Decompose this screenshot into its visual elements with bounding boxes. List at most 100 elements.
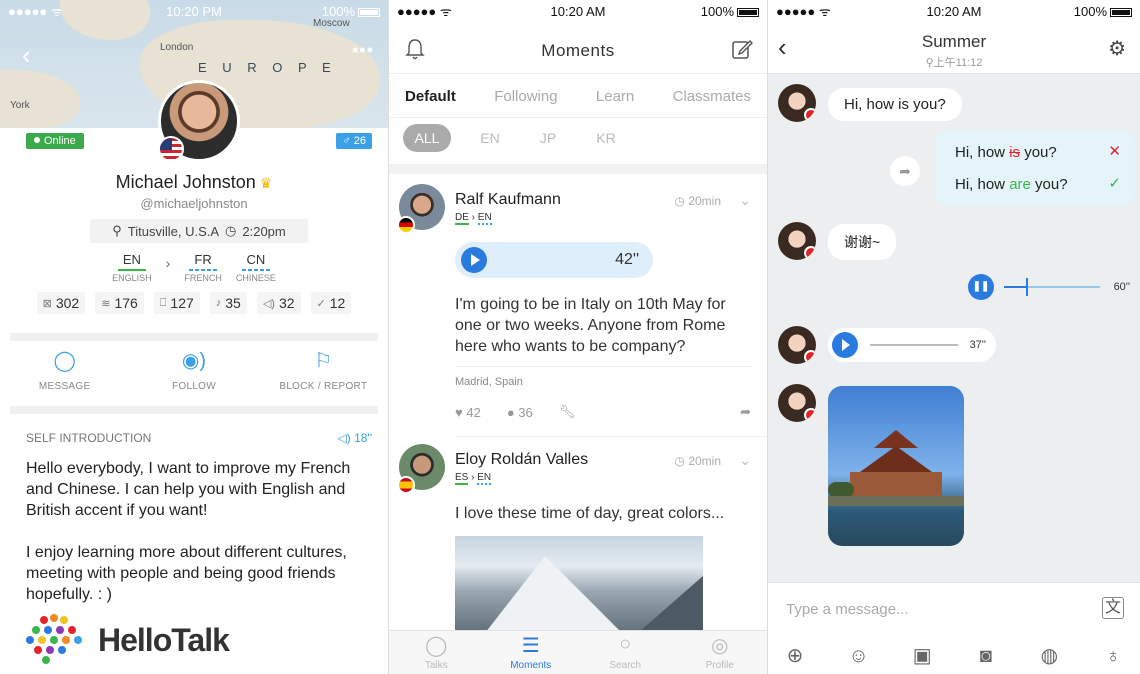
tab-talks[interactable]: ◯ Talks	[401, 633, 471, 673]
filter-kr[interactable]: KR	[577, 130, 635, 146]
post-time-text: 20min	[688, 454, 721, 468]
plus-icon[interactable]: ⊕	[782, 643, 808, 669]
camera-icon[interactable]: ◙	[973, 643, 999, 669]
palette-icon[interactable]: ◍	[1036, 643, 1062, 669]
native-language-name: ENGLISH	[112, 273, 152, 283]
follow-button[interactable]: ◉) FOLLOW	[134, 348, 254, 394]
post-author-name[interactable]: Ralf Kaufmann	[455, 191, 561, 209]
location-pin-icon: ⚲	[925, 57, 934, 69]
online-badge: Online	[26, 133, 84, 149]
voice-progress[interactable]	[1004, 278, 1100, 296]
tab-search[interactable]: ○ Search	[590, 633, 660, 673]
stat-value: 127	[170, 295, 194, 311]
tab-label: Search	[609, 659, 642, 671]
microphone-icon[interactable]: ♁	[1100, 643, 1126, 669]
share-arrow-icon[interactable]: ➦	[890, 156, 920, 186]
stat-voice-to-text[interactable]: ♪ 35	[209, 292, 247, 314]
post-divider	[455, 366, 751, 367]
chat-tools: ⊕ ☺ ▣ ◙ ◍ ♁	[782, 643, 1126, 669]
tab-label: Talks	[424, 659, 448, 671]
correction-wrong-word: is	[1009, 144, 1021, 161]
gear-icon[interactable]: ⚙	[1108, 36, 1126, 61]
profile-icon: ◎	[711, 634, 729, 657]
clock-icon: ◷	[674, 194, 689, 208]
stat-corrections[interactable]: ✓ 12	[310, 292, 352, 314]
post-actions: ♥ 42 ● 36 🔧︎ ➦	[455, 404, 751, 420]
stat-transliterations[interactable]: ≋ 176	[95, 292, 144, 314]
partner-avatar[interactable]	[778, 384, 816, 422]
tab-label: Profile	[705, 659, 734, 671]
incoming-message[interactable]: 谢谢~	[828, 224, 897, 260]
incoming-photo-pagoda[interactable]	[828, 386, 964, 546]
outgoing-voice-message[interactable]: ❚❚ 60''	[968, 270, 1130, 304]
voice-text-icon: ♪	[215, 297, 222, 309]
post-language-pair: DE › EN	[455, 212, 492, 225]
profile-handle: @michaeljohnston	[140, 196, 248, 211]
like-button[interactable]: ♥ 42	[455, 405, 481, 420]
more-options-icon[interactable]: •••	[352, 40, 374, 61]
block-report-button[interactable]: ⚐ BLOCK / REPORT	[263, 348, 383, 394]
self-intro-audio[interactable]: ◁) 18''	[338, 431, 373, 445]
chat-partner-local-time: ⚲上午11:12	[768, 54, 1140, 70]
comment-button[interactable]: ● 36	[507, 405, 533, 420]
incoming-message[interactable]: Hi, how is you?	[828, 88, 962, 121]
message-input-bar: Type a message... 文 ⊕ ☺ ▣ ◙ ◍ ♁	[768, 582, 1140, 674]
stat-audio[interactable]: ◁) 32	[256, 292, 301, 314]
voice-message[interactable]: 42''	[455, 242, 653, 278]
carrier-signal: ●●●●● ᯤ	[776, 4, 831, 19]
share-arrow-icon[interactable]: ➦	[740, 404, 751, 420]
partner-avatar[interactable]	[778, 222, 816, 260]
filter-en[interactable]: EN	[461, 130, 519, 146]
post-text: I love these time of day, great colors..…	[455, 505, 725, 522]
post-language-pair: ES › EN	[455, 472, 492, 485]
tab-profile[interactable]: ◎ Profile	[685, 633, 755, 673]
search-icon: ○	[619, 632, 632, 655]
tab-learn[interactable]: Learn	[596, 88, 634, 105]
wrench-icon[interactable]: 🔧︎	[559, 404, 576, 420]
play-icon[interactable]	[461, 247, 487, 273]
correction-bubble[interactable]: Hi, how is you? ✕ Hi, how are you? ✓	[935, 130, 1135, 206]
learning-language-code: CN	[246, 252, 266, 267]
back-arrow-icon[interactable]: ‹	[22, 40, 31, 71]
correction-icon: ✓	[316, 297, 326, 310]
germany-flag-icon	[397, 216, 415, 234]
check-icon: ✓	[1108, 175, 1121, 192]
emoji-icon[interactable]: ☺	[846, 643, 872, 669]
post-photo-mountains[interactable]	[455, 536, 703, 636]
bookmark-icon: ⎕	[159, 296, 167, 309]
translate-icon[interactable]: 文	[1102, 597, 1124, 619]
filter-jp[interactable]: JP	[519, 130, 577, 146]
chat-partner-name: Summer	[921, 32, 987, 51]
tab-classmates[interactable]: Classmates	[673, 88, 751, 105]
post-author-name[interactable]: Eloy Roldán Valles	[455, 451, 588, 469]
stat-translations[interactable]: ⊠ 302	[36, 292, 86, 314]
post-text: I'm going to be in Italy on 10th May for…	[455, 296, 726, 355]
tab-moments[interactable]: ☰ Moments	[496, 633, 566, 673]
gallery-icon[interactable]: ▣	[909, 643, 935, 669]
partner-avatar[interactable]	[778, 326, 816, 364]
pause-icon[interactable]: ❚❚	[968, 274, 994, 300]
message-input[interactable]: Type a message...	[786, 601, 909, 618]
partner-avatar[interactable]	[778, 84, 816, 122]
chat-bubble-icon: ◯	[53, 350, 76, 372]
profile-name-text: Michael Johnston	[115, 172, 256, 192]
filter-all[interactable]: ALL	[403, 124, 451, 152]
compose-icon[interactable]	[731, 38, 753, 60]
bell-icon[interactable]	[405, 38, 425, 60]
incoming-voice-message[interactable]: 37''	[828, 328, 996, 362]
play-icon[interactable]	[832, 332, 858, 358]
message-button[interactable]: ◯ MESSAGE	[5, 348, 125, 394]
tab-following[interactable]: Following	[494, 88, 557, 105]
like-count: 42	[466, 404, 481, 420]
stat-bookmarks[interactable]: ⎕ 127	[153, 292, 200, 314]
chevron-down-icon[interactable]: ⌄	[739, 192, 751, 209]
voice-progress[interactable]	[870, 344, 958, 346]
post-separator	[455, 436, 767, 437]
hellotalk-logo: HelloTalk	[26, 614, 230, 666]
tab-default[interactable]: Default	[405, 88, 456, 105]
location-time-box: ⚲ Titusville, U.S.A ◷ 2:20pm	[90, 219, 308, 243]
correction-text: Hi, how	[955, 144, 1010, 161]
follow-icon: ◉)	[181, 350, 207, 372]
chevron-down-icon[interactable]: ⌄	[739, 452, 751, 469]
post-location: Madrid, Spain	[455, 376, 523, 388]
